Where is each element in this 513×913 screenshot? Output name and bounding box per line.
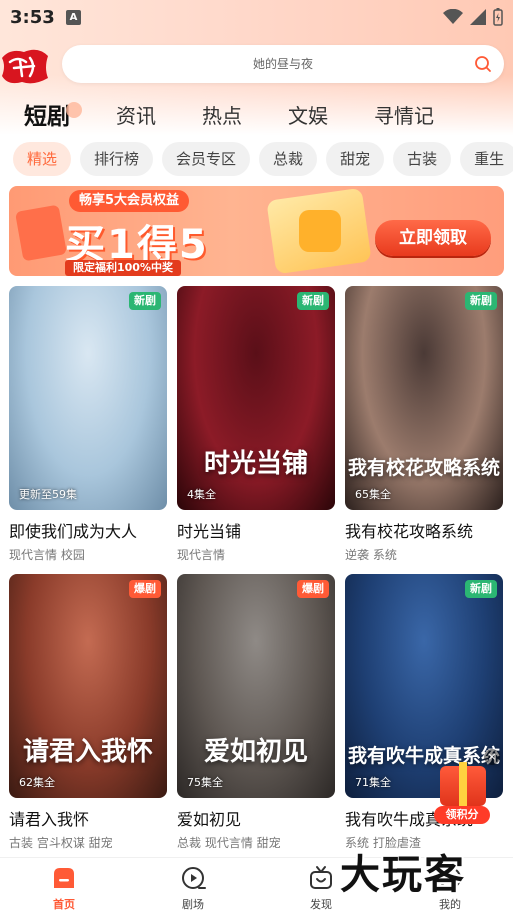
app-logo[interactable] (0, 46, 50, 86)
banner-top-text: 畅享5大会员权益 (69, 190, 190, 212)
drama-title[interactable]: 我有校花攻略系统 (345, 518, 503, 542)
drama-card[interactable]: 时光当铺 新剧 4集全 时光当铺 现代言情 (177, 286, 335, 563)
drama-title[interactable]: 爱如初见 (177, 806, 335, 830)
banner-gift-card-image (14, 204, 68, 262)
tab-hot[interactable]: 热点 (202, 100, 242, 129)
signal-icon (470, 9, 486, 25)
drama-badge: 新剧 (465, 580, 497, 598)
chip-featured[interactable]: 精选 (13, 142, 72, 176)
promo-banner[interactable]: 畅享5大会员权益 买1得5 限定福利100%中奖 立即领取 (9, 186, 504, 276)
chip-vip-zone[interactable]: 会员专区 (162, 142, 251, 176)
search-bar[interactable]: 她的昼与夜 (62, 45, 504, 83)
banner-bottom-text: 限定福利100%中奖 (65, 260, 181, 276)
search-icon[interactable] (474, 55, 492, 73)
drama-title[interactable]: 即使我们成为大人 (9, 518, 167, 542)
banner-claim-button[interactable]: 立即领取 (375, 220, 491, 256)
nav-theater[interactable]: 剧场 (153, 864, 233, 912)
poster-title-art: 时光当铺 (203, 449, 308, 479)
chip-sweet[interactable]: 甜宠 (326, 142, 385, 176)
chip-ranking[interactable]: 排行榜 (80, 142, 154, 176)
tab-news[interactable]: 资讯 (116, 100, 156, 129)
drama-tags: 总裁 现代言情 甜宠 (177, 836, 281, 850)
episode-count: 62集全 (19, 776, 55, 789)
chip-rebirth[interactable]: 重生 (460, 142, 513, 176)
nav-theater-label: 剧场 (182, 898, 204, 911)
drama-poster[interactable]: 新剧 更新至59集 (9, 286, 167, 510)
poster-title-art: 我有校花攻略系统 (347, 457, 500, 479)
wifi-icon (443, 9, 463, 24)
episode-count: 65集全 (355, 488, 391, 501)
drama-badge: 新剧 (297, 292, 329, 310)
reward-close-button[interactable]: × (484, 749, 500, 765)
tv-icon (310, 866, 332, 889)
drama-card[interactable]: 我有校花攻略系统 新剧 65集全 我有校花攻略系统 逆袭 系统 (345, 286, 503, 563)
points-reward-widget[interactable]: 领积分 (434, 754, 494, 826)
drama-tags: 逆袭 系统 (345, 548, 397, 562)
category-tabs: 短剧 资讯 热点 文娱 寻情记 (24, 96, 480, 132)
drama-tags: 古装 宫斗权谋 甜宠 (9, 836, 113, 850)
drama-title[interactable]: 请君入我怀 (9, 806, 167, 830)
filter-chips: 精选 排行榜 会员专区 总裁 甜宠 古装 重生 (13, 142, 513, 176)
tab-entertainment[interactable]: 文娱 (288, 100, 328, 129)
status-time: 3:53 (10, 7, 55, 28)
home-icon (54, 868, 74, 888)
status-bar: 3:53 A (0, 0, 513, 36)
drama-title[interactable]: 时光当铺 (177, 518, 335, 542)
tab-xunqingji[interactable]: 寻情记 (374, 100, 434, 129)
drama-poster[interactable]: 爱如初见 爆剧 75集全 (177, 574, 335, 798)
episode-count: 75集全 (187, 776, 223, 789)
drama-poster[interactable]: 时光当铺 新剧 4集全 (177, 286, 335, 510)
chip-ceo[interactable]: 总裁 (259, 142, 318, 176)
episode-count: 更新至59集 (19, 488, 77, 501)
status-icons (443, 8, 503, 26)
drama-poster[interactable]: 请君入我怀 爆剧 62集全 (9, 574, 167, 798)
drama-tags: 现代言情 校园 (9, 548, 85, 562)
drama-badge: 爆剧 (129, 580, 161, 598)
drama-card[interactable]: 请君入我怀 爆剧 62集全 请君入我怀 古装 宫斗权谋 甜宠 (9, 574, 167, 851)
drama-card[interactable]: 爱如初见 爆剧 75集全 爱如初见 总裁 现代言情 甜宠 (177, 574, 335, 851)
nav-home[interactable]: 首页 (24, 864, 104, 912)
episode-count: 71集全 (355, 776, 391, 789)
poster-title-art: 爱如初见 (203, 737, 308, 767)
drama-card[interactable]: 新剧 更新至59集 即使我们成为大人 现代言情 校园 (9, 286, 167, 563)
status-indicator-icon: A (66, 10, 81, 25)
search-placeholder: 她的昼与夜 (252, 57, 313, 71)
reward-label: 领积分 (434, 806, 490, 824)
poster-image (9, 286, 167, 510)
drama-badge: 爆剧 (297, 580, 329, 598)
drama-badge: 新剧 (465, 292, 497, 310)
drama-poster[interactable]: 我有校花攻略系统 新剧 65集全 (345, 286, 503, 510)
battery-icon (493, 8, 503, 26)
nav-home-label: 首页 (53, 898, 75, 911)
theater-icon (182, 867, 206, 889)
drama-tags: 现代言情 (177, 548, 226, 562)
gift-ribbon-icon (459, 762, 467, 808)
banner-app-icon-image (299, 210, 341, 252)
watermark: 大玩客 (340, 852, 466, 898)
episode-count: 4集全 (187, 488, 216, 501)
drama-badge: 新剧 (129, 292, 161, 310)
poster-title-art: 请君入我怀 (22, 737, 153, 767)
chip-costume[interactable]: 古装 (393, 142, 452, 176)
tab-short-drama[interactable]: 短剧 (24, 97, 82, 131)
